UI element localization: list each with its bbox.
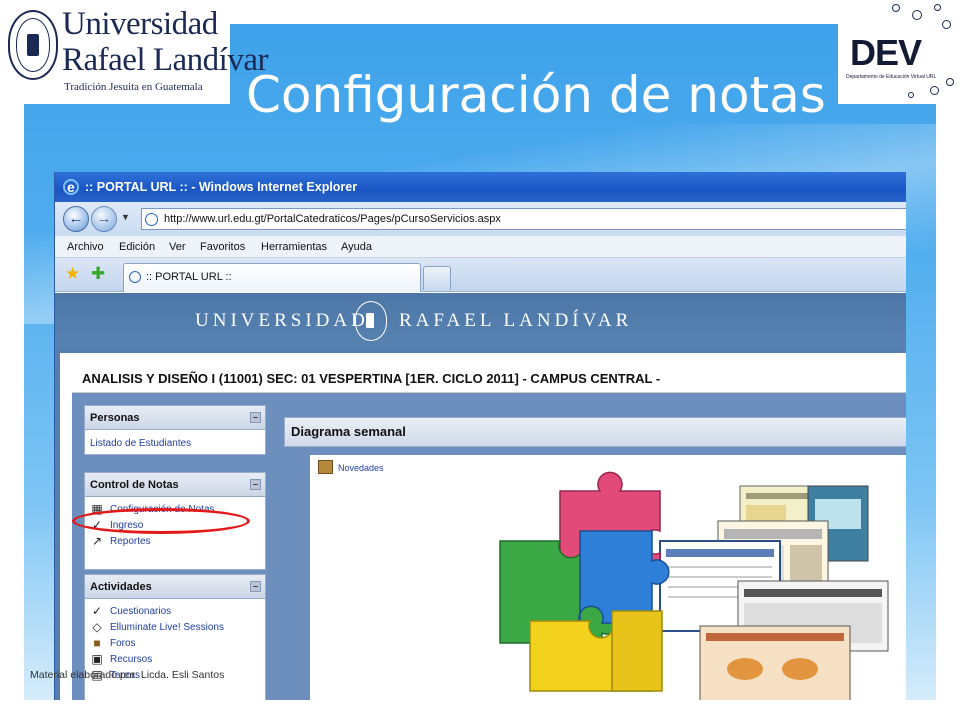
portal-banner: UNIVERSIDAD RAFAEL LANDÍVAR (55, 293, 906, 349)
browser-menu-bar: Archivo Edición Ver Favoritos Herramient… (55, 236, 906, 258)
banner-text-left: UNIVERSIDAD (195, 310, 369, 331)
diagrama-semanal-header: Diagrama semanal (284, 417, 906, 447)
session-icon: ◇ (92, 620, 102, 634)
dev-dot-icon (908, 92, 914, 98)
dev-dot-icon (946, 78, 954, 86)
novedades-link[interactable]: Novedades (338, 463, 384, 473)
control-notas-header: Control de Notas – (85, 473, 265, 497)
personas-header: Personas – (85, 406, 265, 430)
foros-link[interactable]: Foros (110, 638, 136, 649)
menu-favoritos[interactable]: Favoritos (200, 236, 245, 258)
personas-block: Personas – Listado de Estudiantes (84, 405, 266, 455)
collapse-icon[interactable]: – (250, 479, 261, 490)
new-tab-button[interactable] (423, 266, 451, 290)
reportes-link[interactable]: Reportes (110, 536, 151, 547)
browser-titlebar: :: PORTAL URL :: - Windows Internet Expl… (55, 172, 906, 202)
listado-estudiantes-link[interactable]: Listado de Estudiantes (90, 438, 191, 449)
tab-favicon-icon (129, 271, 141, 283)
menu-ver[interactable]: Ver (169, 236, 186, 258)
actividades-header: Actividades – (85, 575, 265, 599)
page-favicon-icon (145, 213, 158, 226)
control-notas-title: Control de Notas (90, 479, 179, 491)
banner-seal-icon (355, 301, 387, 341)
university-logo: Universidad Rafael Landívar Tradición Je… (0, 0, 268, 104)
dev-dot-icon (930, 86, 939, 95)
chart-line-icon: ↗ (91, 534, 103, 548)
elluminate-link[interactable]: Elluminate Live! Sessions (110, 622, 224, 633)
university-name-line1: Universidad (62, 6, 218, 42)
university-tagline: Tradición Jesuita en Guatemala (64, 81, 203, 93)
menu-archivo[interactable]: Archivo (67, 236, 104, 258)
actividades-block: Actividades – ✓ Cuestionarios ◇ Ellumina… (84, 574, 266, 700)
slide-footer: Material elaborado por: Licda. Esli Sant… (30, 669, 225, 681)
collapse-icon[interactable]: – (250, 581, 261, 592)
main-area: Diagrama semanal Novedades (284, 393, 906, 700)
banner-text-right: RAFAEL LANDÍVAR (399, 310, 633, 331)
dev-dot-icon (912, 10, 922, 20)
back-button[interactable]: ← (63, 206, 89, 232)
forum-icon: ■ (93, 636, 101, 650)
dev-logo-subtitle: Departamento de Educación Virtual URL (846, 74, 937, 80)
quiz-icon: ✓ (91, 604, 103, 618)
tab-portal-url[interactable]: :: PORTAL URL :: (123, 263, 421, 292)
news-icon (318, 460, 333, 474)
tab-title: :: PORTAL URL :: (146, 271, 232, 283)
left-sidebar: Personas – Listado de Estudiantes Contro… (72, 393, 284, 700)
recursos-link[interactable]: Recursos (110, 654, 152, 665)
menu-ayuda[interactable]: Ayuda (341, 236, 372, 258)
portal-page: UNIVERSIDAD RAFAEL LANDÍVAR ANALISIS Y D… (55, 293, 906, 700)
browser-window: :: PORTAL URL :: - Windows Internet Expl… (54, 172, 906, 700)
add-favorite-icon[interactable]: ✚ (91, 264, 105, 284)
collapse-icon[interactable]: – (250, 412, 261, 423)
dev-logo-text: DEV (850, 32, 922, 73)
browser-tab-bar: ★ ✚ :: PORTAL URL :: (55, 258, 906, 292)
dev-dot-icon (892, 4, 900, 12)
cuestionarios-link[interactable]: Cuestionarios (110, 606, 171, 617)
address-input[interactable]: http://www.url.edu.gt/PortalCatedraticos… (141, 208, 906, 230)
university-seal-icon (8, 10, 58, 80)
history-dropdown-icon[interactable]: ▼ (121, 212, 130, 222)
internet-explorer-icon (63, 172, 79, 202)
course-title: ANALISIS Y DISEÑO I (11001) SEC: 01 VESP… (72, 365, 906, 393)
personas-title: Personas (90, 412, 140, 424)
puzzle-illustration (499, 471, 889, 700)
favorites-star-icon[interactable]: ★ (65, 264, 80, 284)
highlight-oval (72, 508, 250, 534)
slide-title: Configuración de notas (246, 66, 826, 124)
menu-edicion[interactable]: Edición (119, 236, 155, 258)
diagrama-semanal-body: Novedades (310, 455, 906, 700)
forward-button[interactable]: → (91, 206, 117, 232)
university-name-line2: Rafael Landívar (62, 42, 268, 78)
browser-address-bar: ← → ▼ http://www.url.edu.gt/PortalCatedr… (55, 202, 906, 236)
dev-logo: DEV Departamento de Educación Virtual UR… (838, 0, 960, 104)
dev-dot-icon (942, 20, 951, 29)
menu-herramientas[interactable]: Herramientas (261, 236, 327, 258)
browser-window-title: :: PORTAL URL :: - Windows Internet Expl… (85, 180, 358, 194)
dev-dot-icon (934, 4, 941, 11)
actividades-title: Actividades (90, 581, 152, 593)
resource-icon: ▣ (91, 652, 103, 666)
